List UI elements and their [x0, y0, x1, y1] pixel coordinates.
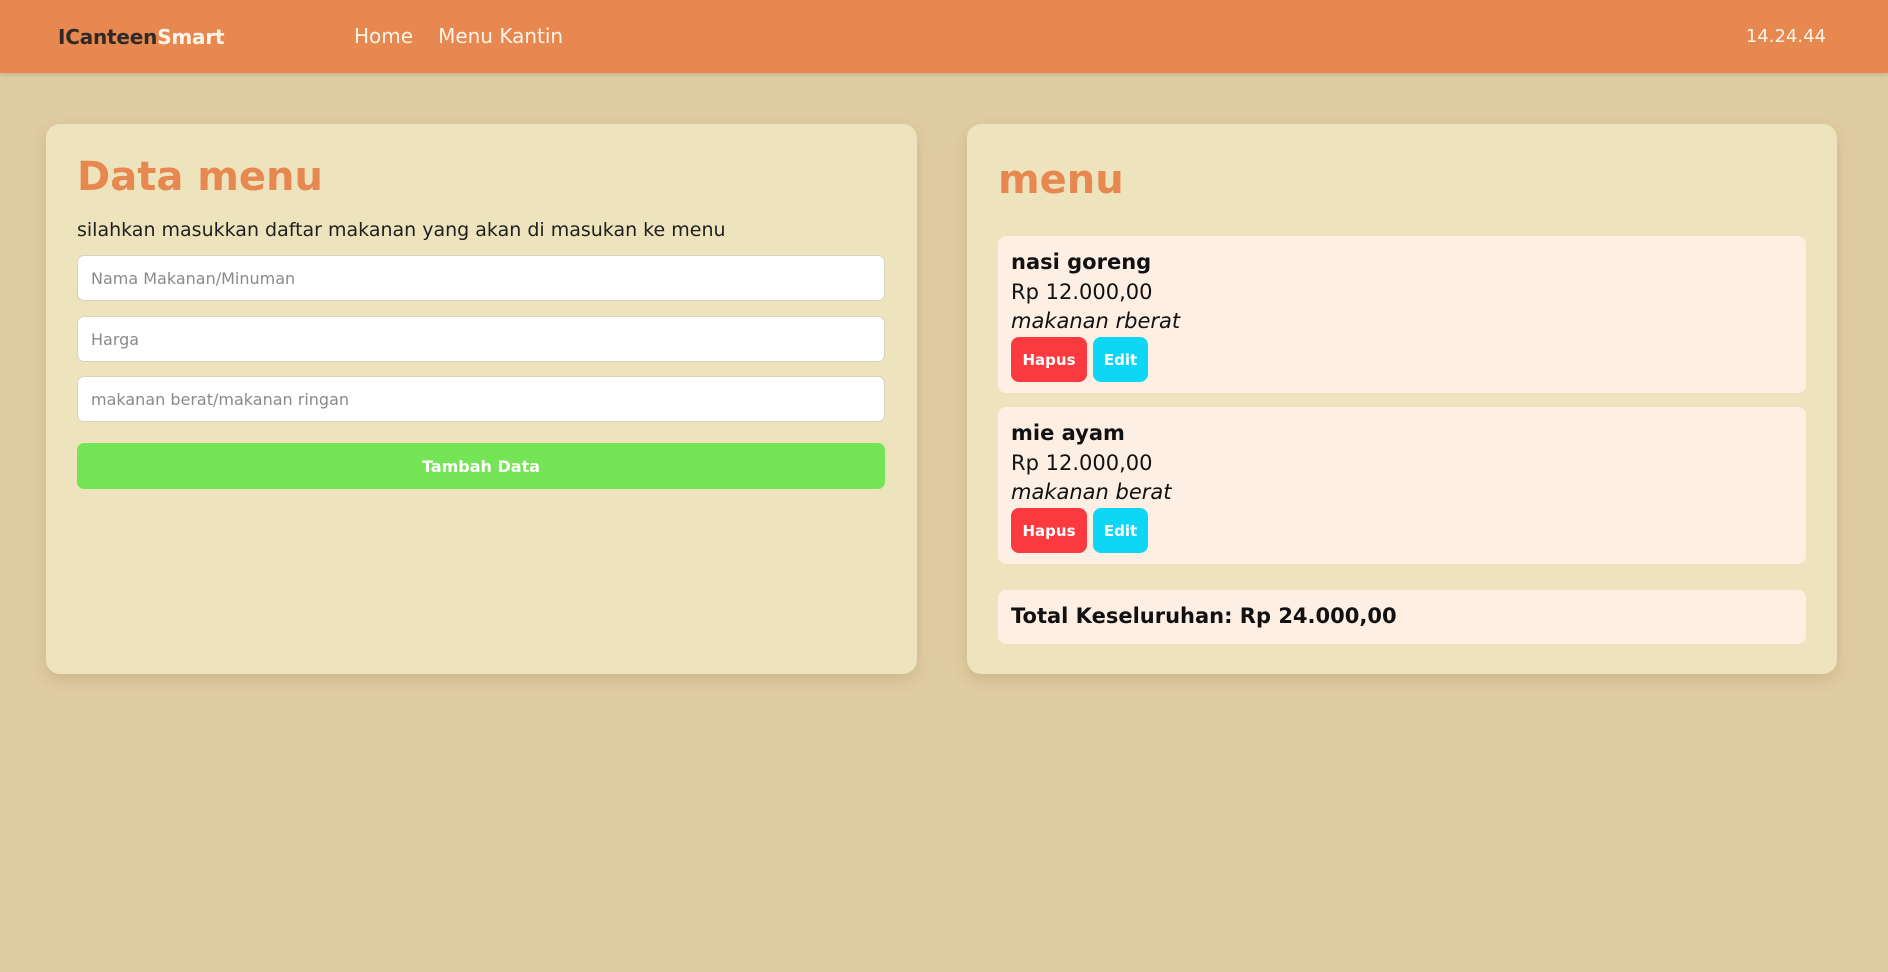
- delete-button[interactable]: Hapus: [1011, 508, 1087, 553]
- nav-links: Home Menu Kantin: [354, 24, 563, 48]
- menu-title: menu: [998, 157, 1124, 203]
- brand-text-secondary: Smart: [157, 25, 225, 49]
- nav-link-home[interactable]: Home: [354, 24, 413, 48]
- category-input[interactable]: [77, 376, 885, 422]
- menu-panel: menu nasi goreng Rp 12.000,00 makanan rb…: [967, 124, 1837, 674]
- delete-button[interactable]: Hapus: [1011, 337, 1087, 382]
- add-data-button[interactable]: Tambah Data: [77, 443, 885, 489]
- brand-logo[interactable]: ICanteenSmart: [58, 25, 225, 49]
- edit-button[interactable]: Edit: [1093, 508, 1148, 553]
- total-summary: Total Keseluruhan: Rp 24.000,00: [998, 590, 1806, 644]
- data-menu-panel: Data menu silahkan masukkan daftar makan…: [46, 124, 917, 674]
- form-title: Data menu: [77, 154, 323, 200]
- edit-button[interactable]: Edit: [1093, 337, 1148, 382]
- navbar: ICanteenSmart Home Menu Kantin 14.24.44: [0, 0, 1888, 73]
- menu-item: nasi goreng Rp 12.000,00 makanan rberat …: [998, 236, 1806, 393]
- menu-item-price: Rp 12.000,00: [1011, 451, 1153, 475]
- menu-item-category: makanan rberat: [1011, 309, 1181, 333]
- menu-item-category: makanan berat: [1011, 480, 1172, 504]
- nav-link-menu-kantin[interactable]: Menu Kantin: [438, 24, 563, 48]
- brand-text-primary: ICanteen: [58, 25, 158, 49]
- menu-item-name: nasi goreng: [1011, 250, 1152, 274]
- total-text: Total Keseluruhan: Rp 24.000,00: [1011, 604, 1397, 628]
- menu-item: mie ayam Rp 12.000,00 makanan berat Hapu…: [998, 407, 1806, 564]
- form-subtitle: silahkan masukkan daftar makanan yang ak…: [77, 219, 726, 241]
- menu-item-price: Rp 12.000,00: [1011, 280, 1153, 304]
- food-name-input[interactable]: [77, 255, 885, 301]
- price-input[interactable]: [77, 316, 885, 362]
- menu-item-name: mie ayam: [1011, 421, 1125, 445]
- clock: 14.24.44: [1745, 26, 1826, 47]
